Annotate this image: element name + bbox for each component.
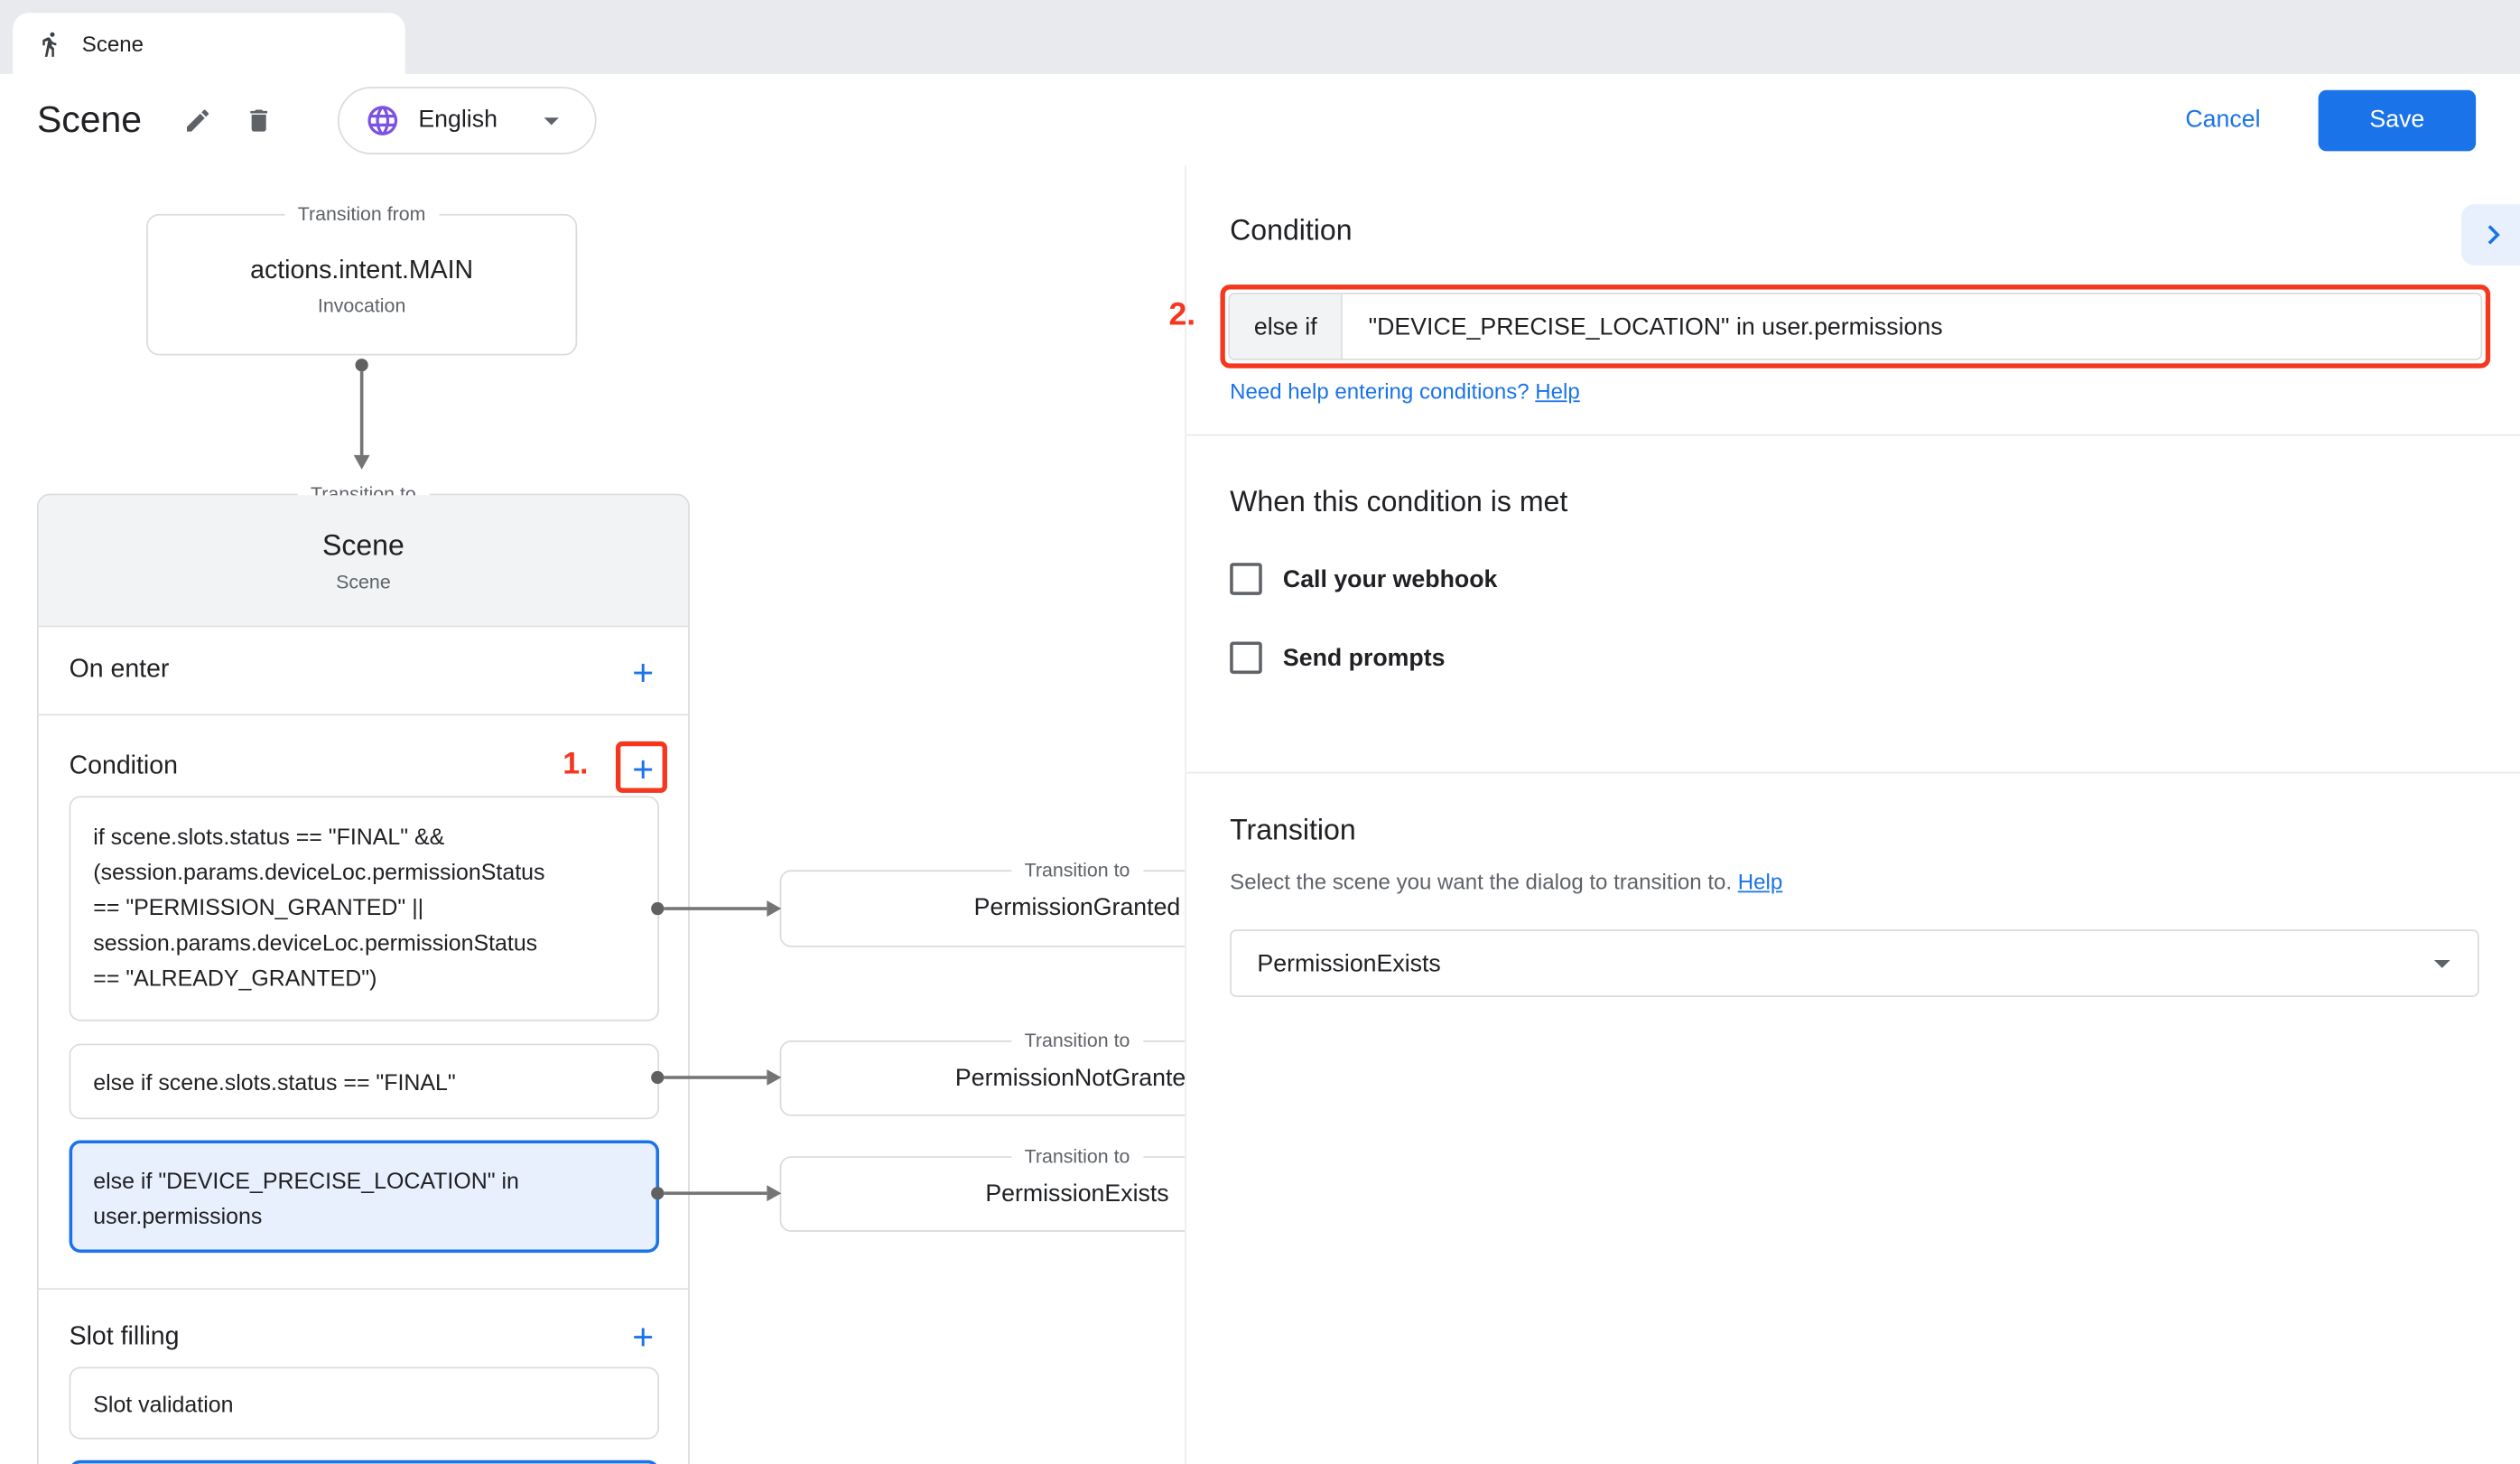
app-window: Scene Scene English Cancel Save (0, 0, 2520, 1464)
panel-divider (1186, 434, 2520, 436)
send-prompts-label: Send prompts (1283, 644, 1446, 671)
chevron-right-icon (2474, 216, 2513, 255)
condition-item[interactable]: if scene.slots.status == "FINAL" && (ses… (70, 796, 659, 1021)
on-enter-label: On enter (70, 656, 170, 685)
intent-name: actions.intent.MAIN (148, 257, 576, 286)
transition-to-label: Transition to (1011, 1030, 1142, 1052)
transition-scene-value: PermissionExists (1257, 949, 1440, 976)
section-divider (39, 1288, 688, 1290)
transition-from-node[interactable]: Transition from actions.intent.MAIN Invo… (146, 214, 577, 356)
target-node-permission-not-granted[interactable]: Transition to PermissionNotGranted (780, 1040, 1186, 1116)
annotation-step-2: 2. (1168, 297, 1195, 334)
language-selector[interactable]: English (338, 86, 597, 154)
slot-validation-item[interactable]: Slot validation (70, 1367, 659, 1440)
caret-down-icon (2422, 944, 2461, 983)
flow-canvas: Transition from actions.intent.MAIN Invo… (0, 165, 1185, 1464)
transition-heading: Transition (1230, 814, 1356, 847)
connector-line (664, 1191, 767, 1195)
send-prompts-option[interactable]: Send prompts (1230, 641, 1445, 674)
add-slot-button[interactable]: + (620, 1314, 665, 1359)
connector-arrow (767, 1185, 781, 1201)
edit-scene-button[interactable] (174, 96, 222, 144)
scene-card-title: Scene (39, 529, 688, 563)
scene-card-subtitle: Scene (39, 571, 688, 593)
slot-filling-section-label: Slot filling (70, 1323, 180, 1352)
panel-divider (1186, 772, 2520, 774)
transition-scene-dropdown[interactable]: PermissionExists (1230, 929, 2479, 997)
connector-arrow (767, 1069, 781, 1086)
condition-section-label: Condition (70, 752, 178, 781)
help-link[interactable]: Help (1535, 379, 1579, 404)
when-condition-met-heading: When this condition is met (1230, 486, 1567, 519)
connector-line (664, 1076, 767, 1079)
target-scene-name: PermissionNotGranted (781, 1042, 1185, 1116)
collapse-panel-button[interactable] (2461, 204, 2520, 266)
save-button[interactable]: Save (2319, 89, 2476, 151)
edit-pencil-icon (183, 106, 212, 135)
transition-description: Select the scene you want the dialog to … (1230, 870, 1782, 894)
cutoff-item[interactable] (70, 1460, 659, 1464)
transition-to-label: Transition to (1011, 859, 1142, 881)
condition-item[interactable]: else if scene.slots.status == "FINAL" (70, 1044, 659, 1120)
annotation-step-1: 1. (563, 748, 588, 783)
condition-prefix-chip: else if (1230, 294, 1343, 359)
caret-down-icon (535, 102, 570, 137)
tab-strip: Scene (0, 0, 2520, 74)
scene-card-header[interactable]: Scene Scene (39, 495, 688, 627)
transition-help-link[interactable]: Help (1738, 870, 1782, 894)
intent-type: Invocation (148, 294, 576, 317)
tab-scene[interactable]: Scene (13, 13, 405, 74)
connector-dot (356, 359, 368, 371)
condition-heading: Condition (1230, 214, 1352, 247)
connector-dot (651, 1071, 664, 1084)
transition-description-text: Select the scene you want the dialog to … (1230, 870, 1732, 894)
delete-scene-button[interactable] (235, 96, 283, 144)
connector-dot (651, 1187, 664, 1199)
help-text: Need help entering conditions? (1230, 379, 1529, 404)
walking-person-icon (37, 30, 64, 57)
delete-trash-icon (245, 106, 274, 135)
annotation-highlight-box-1 (616, 741, 667, 793)
transition-from-label: Transition from (285, 202, 439, 225)
on-enter-section: On enter + (39, 627, 688, 715)
call-webhook-option[interactable]: Call your webhook (1230, 563, 1497, 595)
call-webhook-label: Call your webhook (1283, 565, 1497, 592)
header: Scene English Cancel Save (0, 74, 2520, 165)
tab-label: Scene (82, 32, 144, 56)
target-node-permission-granted[interactable]: Transition to PermissionGranted (780, 870, 1186, 946)
globe-icon (366, 102, 401, 137)
send-prompts-checkbox[interactable] (1230, 641, 1262, 674)
language-value: English (418, 107, 497, 134)
scene-node-card: Transition to Scene Scene On enter + Con… (37, 494, 690, 1464)
page-title: Scene (37, 98, 142, 142)
connector-line (664, 907, 767, 910)
connector-line (360, 371, 364, 455)
target-node-permission-exists[interactable]: Transition to PermissionExists (780, 1156, 1186, 1232)
target-scene-name: PermissionExists (781, 1158, 1185, 1232)
transition-to-label: Transition to (1011, 1145, 1142, 1168)
connector-arrow (354, 455, 370, 470)
condition-detail-panel: Condition 2. else if "DEVICE_PRECISE_LOC… (1185, 165, 2520, 1464)
condition-editor: else if "DEVICE_PRECISE_LOCATION" in use… (1228, 293, 2482, 360)
condition-item-selected[interactable]: else if "DEVICE_PRECISE_LOCATION" in use… (70, 1140, 659, 1253)
connector-arrow (767, 900, 781, 917)
cancel-button[interactable]: Cancel (2185, 107, 2260, 134)
add-on-enter-button[interactable]: + (620, 649, 665, 695)
condition-expression-input[interactable]: "DEVICE_PRECISE_LOCATION" in user.permis… (1343, 294, 2480, 359)
connector-dot (651, 902, 664, 915)
target-scene-name: PermissionGranted (781, 872, 1185, 946)
call-webhook-checkbox[interactable] (1230, 563, 1262, 595)
condition-help-line: Need help entering conditions? Help (1230, 379, 1580, 404)
